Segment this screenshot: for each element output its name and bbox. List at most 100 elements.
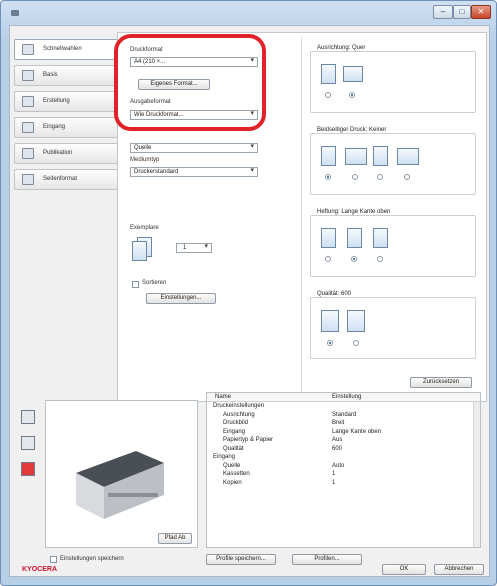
source-select[interactable]: Quelle — [130, 143, 258, 153]
cancel-button[interactable]: Abbrechen — [434, 564, 484, 575]
quality-group: Qualität: 600 — [310, 291, 476, 359]
table-row[interactable]: Papiertyp & Papier Aus — [207, 436, 480, 445]
row-name: Quelle — [223, 462, 241, 469]
app-icon — [11, 10, 19, 16]
minimize-button[interactable]: – — [433, 5, 453, 19]
row-name: Kopien — [223, 479, 242, 486]
row-value: 1 — [332, 479, 336, 486]
highlight-box — [114, 34, 266, 131]
copies-input[interactable]: 1 — [176, 243, 212, 253]
quality-fine-radio[interactable] — [353, 340, 359, 346]
maximize-button[interactable]: □ — [453, 5, 471, 19]
orientation-group: Ausrichtung: Quer — [310, 45, 476, 113]
basic-icon — [22, 70, 34, 81]
row-name: Kassetten — [223, 471, 250, 477]
collate-checkbox[interactable] — [132, 281, 139, 288]
save-settings-checkbox[interactable] — [50, 556, 57, 563]
sidebar-item-label: Publikation — [43, 150, 73, 156]
table-row[interactable]: Druckbild Breit — [207, 419, 480, 428]
duplex-title: Beidseitiger Druck: Keiner — [315, 127, 389, 133]
table-row[interactable]: Kopien 1 — [207, 479, 480, 488]
row-name: Eingang — [223, 428, 246, 435]
ok-button[interactable]: OK — [382, 564, 426, 575]
quick-print-icon — [22, 44, 34, 55]
simplex-icon[interactable] — [321, 146, 336, 166]
brand-logo: KYOCERA — [22, 566, 58, 573]
layout-icon — [22, 96, 34, 107]
column-header-value: Einstellung — [332, 394, 362, 400]
table-row[interactable]: Ausrichtung Standard — [207, 411, 480, 420]
binding-group: Heftung: Lange Kante oben — [310, 209, 476, 277]
sidebar-item-seitenformat[interactable]: Seitenformat — [14, 169, 118, 190]
preview-toolbar — [15, 400, 41, 488]
duplex-group: Beidseitiger Druck: Keiner — [310, 127, 476, 195]
duplex-none-radio[interactable] — [325, 174, 331, 180]
preview-button[interactable]: Pfad Ab — [158, 533, 192, 544]
duplex-short-radio[interactable] — [377, 174, 383, 180]
sidebar-item-publikation[interactable]: Publikation — [14, 143, 118, 164]
options-panel: Ausrichtung: Quer Beidseitiger Druck: Ke… — [301, 37, 481, 399]
table-row[interactable]: Druckeinstellungen — [207, 402, 480, 411]
printer-icon[interactable] — [21, 410, 35, 424]
quality-title: Qualität: 600 — [315, 291, 354, 297]
table-row[interactable]: Eingang Lange Kante oben — [207, 428, 480, 437]
table-row[interactable]: Eingang — [207, 453, 480, 462]
row-value: 1 — [332, 471, 336, 477]
collate-settings-button[interactable]: Einstellungen... — [146, 293, 216, 304]
binding-right-icon[interactable] — [373, 228, 388, 248]
sortieren-label: Sortieren — [142, 280, 167, 286]
table-row[interactable]: Quelle Auto — [207, 462, 480, 471]
landscape-radio[interactable] — [349, 92, 355, 98]
printer-preview: Pfad Ab — [45, 400, 198, 548]
binding-left-icon[interactable] — [321, 228, 336, 248]
row-name: Ausrichtung — [223, 411, 255, 418]
long-edge-icon[interactable] — [345, 148, 367, 165]
medientyp-label: Mediumtyp — [130, 157, 160, 163]
sidebar-item-label: Schnellwahlen — [43, 46, 82, 52]
quality-normal-icon[interactable] — [321, 310, 339, 332]
binding-left-radio[interactable] — [325, 256, 331, 262]
row-name: Druckbild — [223, 420, 249, 426]
settings-table: Name Einstellung Druckeinstellungen Ausr… — [206, 392, 481, 548]
row-name: Papiertyp & Papier — [223, 437, 274, 443]
sidebar-item-erstellung[interactable]: Erstellung — [14, 91, 118, 112]
profiles-button[interactable]: Profilen... — [292, 554, 362, 565]
short-edge-icon[interactable] — [373, 146, 388, 166]
portrait-radio[interactable] — [325, 92, 331, 98]
document-icon[interactable] — [21, 436, 35, 450]
warning-icon[interactable] — [21, 462, 35, 476]
binding-top-icon[interactable] — [347, 228, 362, 248]
reset-button[interactable]: Zurücksetzen — [410, 377, 472, 388]
quality-fine-icon[interactable] — [347, 310, 365, 332]
sidebar-item-eingang[interactable]: Eingang — [14, 117, 118, 138]
row-value: Lange Kante oben — [332, 428, 382, 435]
save-profile-button[interactable]: Profile speichern... — [206, 554, 276, 565]
landscape-icon[interactable] — [343, 66, 363, 82]
sidebar-item-schnellwahlen[interactable]: Schnellwahlen — [14, 39, 118, 60]
printer-image — [76, 451, 164, 519]
portrait-icon[interactable] — [321, 64, 336, 84]
save-settings-label: Einstellungen speichern — [60, 556, 124, 562]
binding-right-radio[interactable] — [377, 256, 383, 262]
orientation-title: Ausrichtung: Quer — [315, 45, 368, 51]
sidebar-item-label: Eingang — [43, 124, 66, 130]
sidebar-item-label: Erstellung — [43, 98, 70, 104]
row-value: Standard — [332, 411, 357, 418]
medientyp-select[interactable]: Druckerstandard — [130, 167, 258, 177]
dialog-window: – □ ✕ Schnellwahlen Basis Erstellung Ein… — [0, 0, 497, 586]
sidebar-item-label: Basis — [43, 72, 58, 78]
table-row[interactable]: Qualität 600 — [207, 445, 480, 454]
sidebar-item-label: Seitenformat — [43, 176, 78, 182]
title-bar: – □ ✕ — [1, 1, 496, 25]
row-value: Auto — [332, 462, 345, 469]
table-scrollbar[interactable] — [473, 402, 480, 547]
quality-normal-radio[interactable] — [327, 340, 333, 346]
row-name: Eingang — [213, 454, 236, 460]
binding-top-radio[interactable] — [351, 256, 357, 262]
sidebar-item-basis[interactable]: Basis — [14, 65, 118, 86]
booklet-icon[interactable] — [397, 148, 419, 165]
table-row[interactable]: Kassetten 1 — [207, 470, 480, 479]
duplex-booklet-radio[interactable] — [404, 174, 410, 180]
duplex-long-radio[interactable] — [352, 174, 358, 180]
close-button[interactable]: ✕ — [471, 5, 491, 19]
